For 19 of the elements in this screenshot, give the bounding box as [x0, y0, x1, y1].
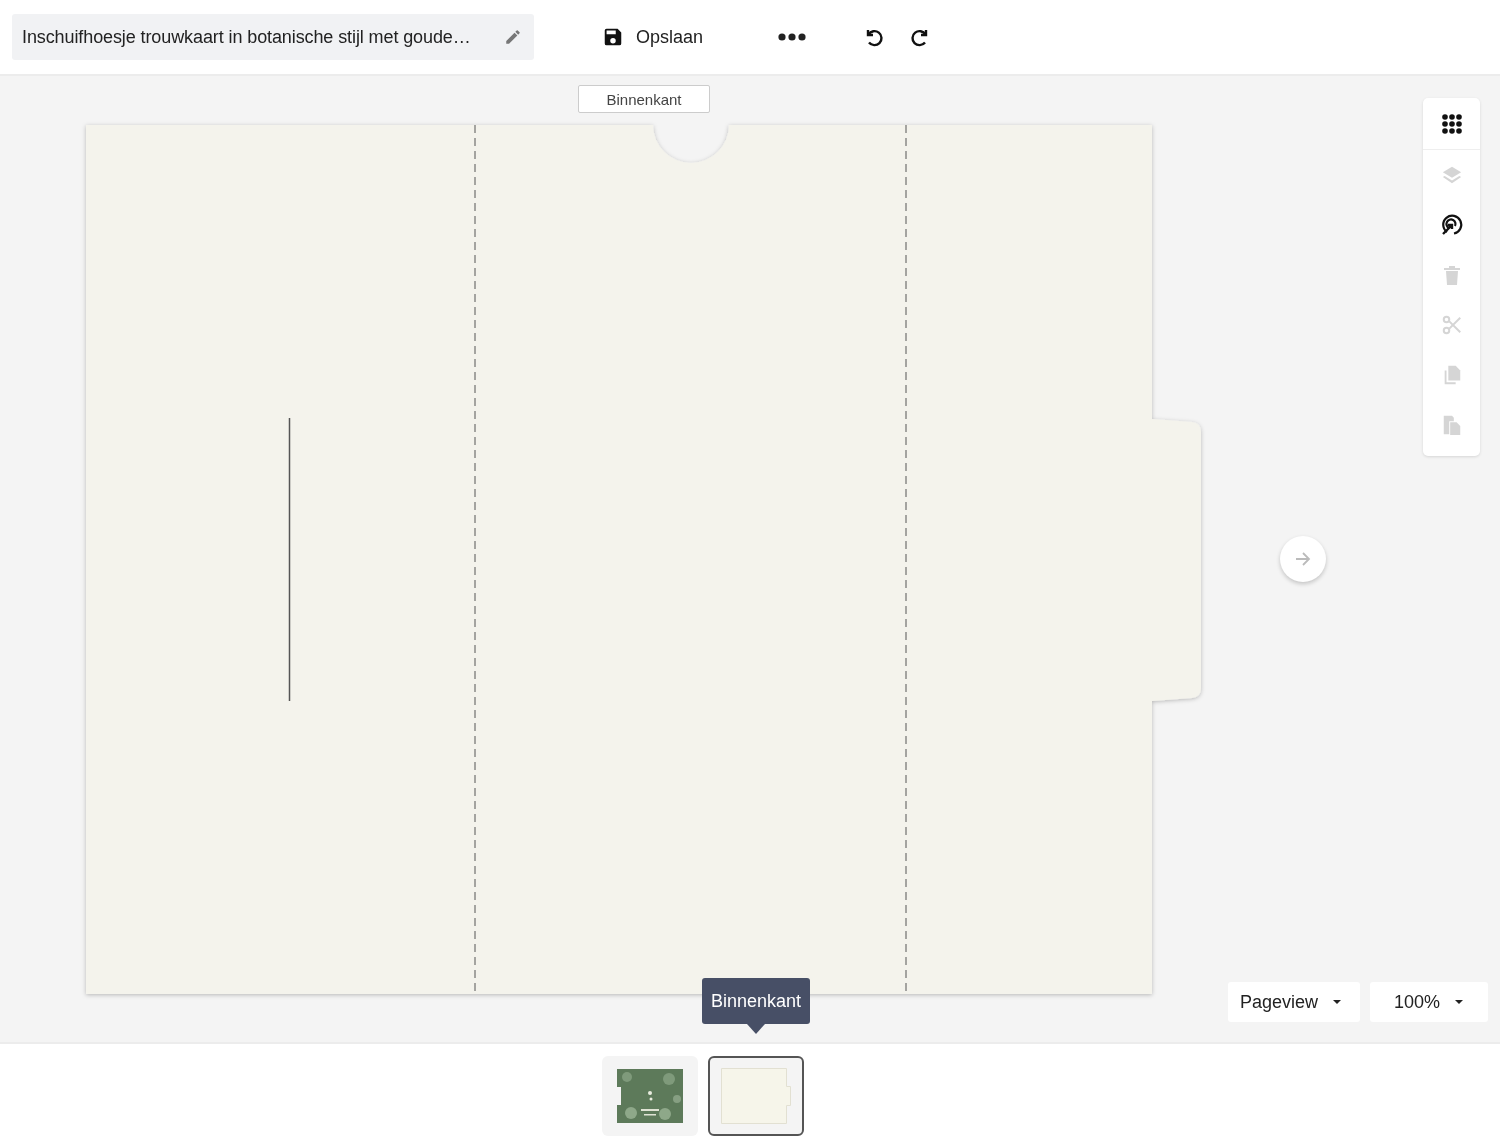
caret-icon — [1454, 999, 1465, 1005]
card-thumbnail-drawing — [721, 1068, 791, 1124]
zoom-dropdown[interactable]: 100% — [1370, 982, 1489, 1022]
title-field[interactable]: Inschuifhoesje trouwkaart in botanische stijl met goude… — [12, 14, 534, 60]
view-mode-dropdown[interactable]: Pageview — [1228, 982, 1361, 1022]
save-button[interactable]: Opslaan — [598, 22, 708, 52]
grid-icon — [1441, 113, 1462, 134]
side-label: Binnenkant — [578, 85, 710, 113]
trash-icon — [1441, 264, 1462, 286]
caret-icon — [1332, 999, 1343, 1005]
page-thumbnail[interactable] — [602, 1056, 698, 1136]
tooltip: Binnenkant — [702, 978, 811, 1024]
tooltip-pointer — [747, 1024, 766, 1034]
layers-icon — [1440, 164, 1463, 186]
pencil-icon[interactable] — [504, 28, 522, 46]
scissors-icon — [1440, 314, 1463, 336]
target-icon — [1439, 213, 1464, 237]
more-icon[interactable] — [777, 32, 808, 42]
page-thumbnail[interactable] — [708, 1056, 804, 1136]
